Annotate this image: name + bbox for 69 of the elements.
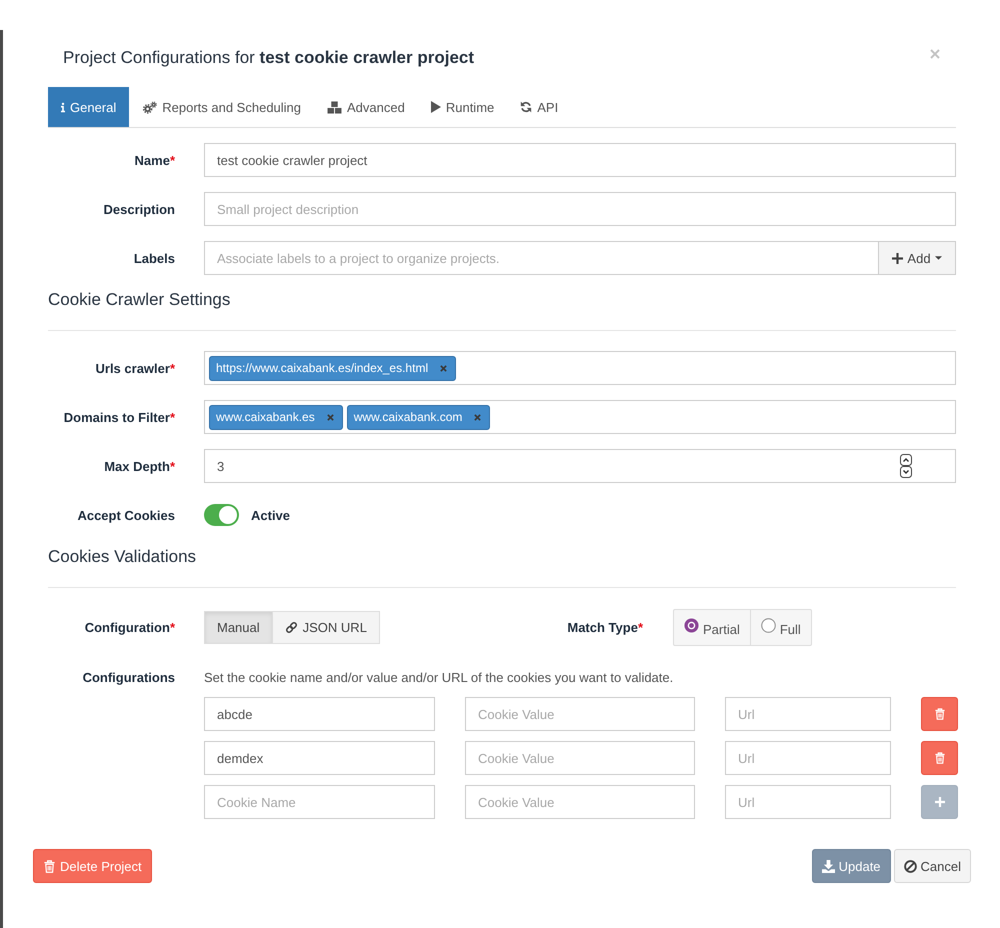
tab[interactable]: API [507,87,572,127]
tab[interactable]: Reports and Scheduling [129,87,314,127]
field-label: Labels [132,250,176,266]
trash-icon [934,752,944,764]
play-icon [430,101,441,113]
gears-icon [142,100,158,114]
chevron-down-icon[interactable] [900,466,912,478]
delete-row-button[interactable] [921,697,958,731]
url-field[interactable]: Url [725,741,891,775]
toggle-label: Active [251,508,290,522]
text-field[interactable]: Small project description [204,192,956,226]
mode-button[interactable]: JSON URL [272,611,380,644]
url-field[interactable]: Url [725,697,891,731]
dialog-title: Project Configurations for test cookie crawler project [63,47,474,69]
cookie-value-field[interactable]: Cookie Value [465,697,695,731]
tag-text: https://www.caixabank.es/index_es.html [216,361,428,375]
labels-field[interactable]: Associate labels to a project to organize projects. [204,241,879,275]
url-field[interactable]: Url [725,785,891,819]
refresh-icon [520,101,532,113]
text-field[interactable]: test cookie crawler project [204,143,956,177]
plus-icon [892,252,904,264]
link-icon [284,621,298,634]
radio-icon[interactable] [684,618,699,633]
radio-icon[interactable] [760,618,776,633]
radio-option[interactable]: Full [750,610,811,645]
caret-icon [934,256,942,260]
download-icon [822,860,835,872]
cookie-name-field[interactable]: Cookie Name [204,785,435,819]
cancel-button[interactable]: Cancel [894,849,971,883]
field-label: Domains to Filter* [62,410,176,424]
help-text: Set the cookie name and/or value and/or URL of the cookies you want to validate. [204,669,674,687]
delete-row-button[interactable] [921,741,958,775]
remove-icon[interactable] [326,414,334,420]
trash-icon [934,708,944,720]
remove-icon[interactable] [440,364,448,372]
field-label: Urls crawler* [94,360,176,376]
tab[interactable]: Advanced [314,87,418,127]
close-icon[interactable] [930,49,940,59]
cookie-name-field[interactable]: demdex [204,741,435,775]
tags-field[interactable]: https://www.caixabank.es/index_es.html [204,351,956,385]
mode-button[interactable]: Manual [204,611,273,644]
field-label: Configuration* [84,620,176,635]
number-field[interactable]: 3 [204,449,956,483]
cookie-value-field[interactable]: Cookie Value [465,785,695,819]
field-label: Accept Cookies [76,508,176,522]
tag-text: www.caixabank.es [216,410,315,424]
add-button[interactable]: Add [879,241,956,275]
field-label: Match Type* [566,620,644,635]
chevron-up-icon[interactable] [900,454,912,466]
cookie-value-field[interactable]: Cookie Value [465,741,695,775]
tag-text: www.caixabank.com [354,410,462,424]
tab[interactable]: Runtime [418,87,508,127]
section-heading: Cookie Crawler Settings [48,289,230,311]
plus-icon [934,797,944,807]
remove-icon[interactable] [474,414,482,420]
field-label: Name* [134,152,176,168]
field-label: Configurations [82,669,176,687]
field-label: Max Depth* [103,458,176,474]
tab[interactable]: General [48,87,130,127]
ban-icon [904,860,917,872]
tags-field[interactable]: www.caixabank.es www.caixabank.com [204,400,956,434]
toggle-switch[interactable] [204,504,239,526]
info-icon [61,102,65,112]
cubes-icon [327,100,342,114]
trash-icon [43,860,56,872]
field-label: Description [102,202,176,216]
section-heading: Cookies Validations [48,546,196,568]
radio-option[interactable]: Partial [674,610,750,645]
cookie-name-field[interactable]: abcde [204,697,435,731]
